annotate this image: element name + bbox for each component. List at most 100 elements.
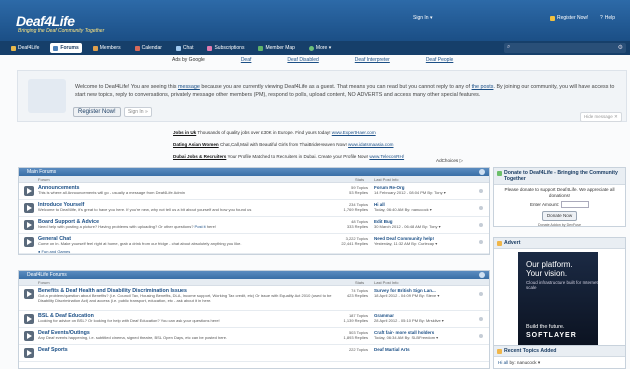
widget-header: Donate to Deaf4Life - Bringing the Commu… [494, 168, 625, 185]
members-icon [92, 45, 98, 51]
recent-topic-link[interactable]: Hi all [498, 360, 508, 365]
nav-forums[interactable]: Forums [50, 43, 82, 53]
replies-count: 53 Replies [349, 189, 368, 195]
ad-url[interactable]: www.TeleconRH/ [369, 154, 404, 159]
amount-label: Enter Amount: [529, 201, 560, 207]
welcome-text: Welcome to Deaf4Life! You are seeing thi… [75, 83, 615, 99]
gear-icon[interactable]: ⚙ [618, 44, 623, 51]
widget-header: Advert [494, 238, 625, 249]
forum-read-icon[interactable] [24, 348, 34, 358]
category-header[interactable]: Main Forums [19, 168, 489, 176]
message-link[interactable]: message [178, 84, 200, 90]
forum-row: Deaf Events/Outings Any Deaf events happ… [19, 328, 489, 345]
forum-stats: 222 Topics [318, 347, 368, 353]
mark-read-icon[interactable] [479, 334, 483, 338]
collapse-icon[interactable] [479, 272, 485, 278]
widget-title: Recent Topics Added [504, 348, 557, 354]
forum-stats: 74 Topics 423 Replies [318, 288, 368, 299]
forum-read-icon[interactable] [24, 289, 34, 299]
ad-link[interactable]: Deaf People [426, 57, 454, 63]
col-last-post: Last Post Info [374, 177, 399, 182]
nav-subscriptions[interactable]: Subscriptions [204, 43, 247, 53]
ad-line: Your vision. [526, 269, 568, 278]
nav-more[interactable]: More ▾ [306, 43, 334, 53]
ad-url[interactable]: www.idatsmaasia.com [348, 142, 393, 147]
ad-title: Dubai Jobs & Recruiters [173, 154, 227, 159]
widget-title: Advert [504, 240, 521, 246]
forum-stats: 59 Topics 53 Replies [318, 185, 368, 196]
guest-welcome-box: Welcome to Deaf4Life! You are seeing thi… [17, 70, 627, 122]
site-header: Deaf4Life Bringing the Deaf Community To… [0, 0, 630, 41]
forum-stats: 234 Topics 1,769 Replies [318, 202, 368, 213]
subforum-link[interactable]: ● Fun and Games [38, 249, 70, 254]
last-post-info: Deaf Martial Arts [374, 347, 479, 353]
deaf4life-forums-category: Deaf4Life Forums Forum Stats Last Post I… [18, 270, 490, 369]
subscriptions-icon [207, 45, 213, 51]
last-post-meta: 18 April 2012 - 04:09 PM By: Steve ▾ [374, 292, 440, 298]
category-header[interactable]: Deaf4Life Forums [19, 271, 489, 279]
forum-read-icon[interactable] [24, 314, 34, 324]
hide-message-button[interactable]: Hide message ✕ [580, 112, 622, 122]
last-post-info: Craft fair- more stall holders Today, 06:… [374, 330, 479, 341]
forum-read-icon[interactable] [24, 186, 34, 196]
search-input[interactable]: ⌕ ⚙ [504, 43, 626, 53]
map-icon [258, 45, 264, 51]
ad-tagline: Build the future. [526, 324, 565, 330]
register-link[interactable]: Register Now! [550, 15, 588, 21]
last-post-link[interactable]: Deaf Martial Arts [374, 347, 410, 352]
logo-tagline: Bringing the Deaf Community Together [18, 28, 105, 34]
forum-read-icon[interactable] [24, 220, 34, 230]
forum-stats: 3,222 Topics 22,441 Replies [318, 236, 368, 247]
help-link[interactable]: ? Help [600, 15, 615, 21]
mark-read-icon[interactable] [479, 292, 483, 296]
recent-topic-item: Hi all by: nanucock ▾ [494, 357, 625, 368]
ad-line: Our platform. [526, 260, 573, 269]
adchoices-link[interactable]: AdChoices ▷ [436, 158, 463, 164]
forum-read-icon[interactable] [24, 237, 34, 247]
ad-brand: SOFTLAYER [526, 332, 577, 339]
welcome-text-part: Welcome to Deaf4Life! You are seeing thi… [75, 84, 178, 90]
text-ad[interactable]: Dating Asian Women Chat,Call,Mail with B… [173, 142, 394, 147]
replies-count: 423 Replies [346, 292, 368, 298]
ad-link[interactable]: Deaf Interpreter [355, 57, 390, 63]
nav-members[interactable]: Members [90, 43, 124, 53]
register-button[interactable]: Register Now! [73, 107, 121, 117]
text-ad[interactable]: Jobs in Uk Thousands of quality jobs ove… [173, 130, 376, 135]
ad-link[interactable]: Deaf Disabled [287, 57, 318, 63]
amount-input[interactable] [561, 201, 590, 208]
posts-link[interactable]: the posts [472, 84, 494, 90]
nav-chat[interactable]: Chat [173, 43, 197, 53]
replies-count: 333 Replies [346, 223, 368, 229]
signin-button[interactable]: Sign In » [124, 107, 152, 117]
signin-menu[interactable]: Sign In ▾ [413, 15, 432, 21]
collapse-icon[interactable] [479, 169, 485, 175]
mark-read-icon[interactable] [479, 223, 483, 227]
desc-text: here! [205, 224, 216, 229]
nav-deaf4life[interactable]: Deaf4Life [8, 43, 42, 53]
forum-read-icon[interactable] [24, 203, 34, 213]
widget-header: Recent Topics Added [494, 346, 625, 357]
ad-link[interactable]: Deaf [241, 57, 252, 63]
mark-read-icon[interactable] [479, 206, 483, 210]
last-post-meta: 28 April 2012 - 05:10 PM By: Mrsklive ▾ [374, 317, 444, 323]
logo-text: Deaf4Life [16, 13, 75, 29]
nav-member-map[interactable]: Member Map [255, 43, 297, 53]
forum-description: Looking for advice on BSL? Or looking fo… [38, 318, 220, 323]
text-ad[interactable]: Dubai Jobs & Recruiters Your Profile Mat… [173, 154, 404, 159]
mark-read-icon[interactable] [479, 240, 483, 244]
replies-count: 22,441 Replies [341, 240, 368, 246]
post-it-link[interactable]: Post it [195, 224, 206, 229]
donate-button[interactable]: Donate Now [541, 211, 578, 221]
softlayer-ad-image[interactable]: Our platform. Your vision. Cloud infrastr… [518, 252, 598, 348]
mark-read-icon[interactable] [479, 317, 483, 321]
replies-count: 1,769 Replies [343, 206, 368, 212]
col-stats: Stats [355, 280, 365, 285]
nav-calendar[interactable]: Calendar [132, 43, 165, 53]
ad-url[interactable]: www.ExpertHaer.com [332, 130, 376, 135]
forum-read-icon[interactable] [24, 331, 34, 341]
mark-read-icon[interactable] [479, 189, 483, 193]
site-logo[interactable]: Deaf4Life Bringing the Deaf Community To… [16, 13, 104, 34]
forum-title-link[interactable]: Deaf Sports [38, 347, 68, 353]
donate-text: Please donate to support Deaf4Life. We a… [504, 187, 615, 198]
ads-by-google[interactable]: Ads by Google [172, 57, 205, 63]
